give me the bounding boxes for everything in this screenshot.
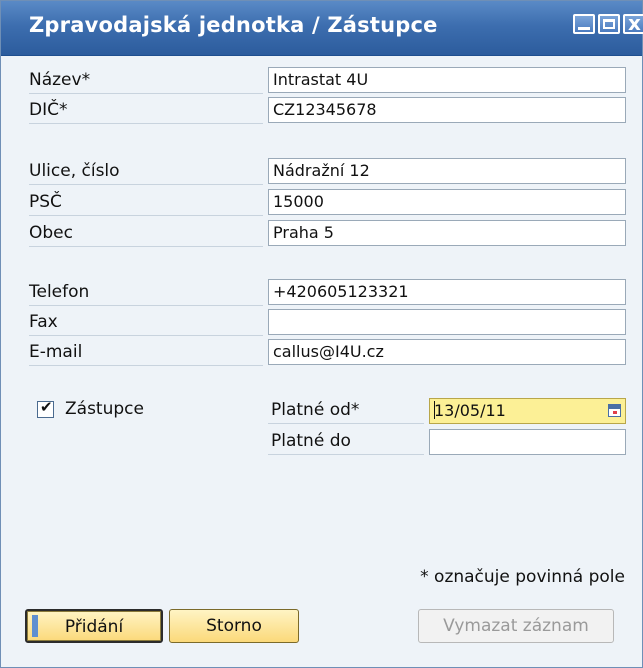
divider <box>29 246 263 247</box>
fax-field[interactable] <box>268 309 626 335</box>
street-field[interactable]: Nádražní 12 <box>268 158 626 184</box>
focus-highlight <box>32 615 38 637</box>
vat-id-label: DIČ* <box>29 100 68 120</box>
required-fields-note: * označuje povinná pole <box>420 567 625 587</box>
divider <box>268 454 424 455</box>
valid-to-label: Platné do <box>271 431 351 451</box>
valid-from-field[interactable]: 13/05/11 <box>429 398 626 424</box>
divider <box>29 215 263 216</box>
minimize-icon[interactable] <box>573 14 595 34</box>
add-button[interactable]: Přidání <box>25 609 163 643</box>
zip-field[interactable]: 15000 <box>268 189 626 215</box>
divider <box>29 184 263 185</box>
city-label: Obec <box>29 223 73 243</box>
street-label: Ulice, číslo <box>29 161 120 181</box>
delete-record-button[interactable]: Vymazat záznam <box>418 609 614 643</box>
divider <box>268 423 424 424</box>
dialog-window: Zpravodajská jednotka / Zástupce Název* … <box>0 0 643 668</box>
representative-label: Zástupce <box>65 399 144 419</box>
divider <box>29 365 263 366</box>
email-label: E-mail <box>29 342 83 362</box>
maximize-icon[interactable] <box>598 14 620 34</box>
cancel-button[interactable]: Storno <box>169 609 299 643</box>
calendar-icon[interactable] <box>608 404 621 417</box>
valid-from-value: 13/05/11 <box>434 401 506 420</box>
divider <box>29 123 263 124</box>
valid-to-field[interactable] <box>429 429 626 455</box>
vat-id-field[interactable]: CZ12345678 <box>268 97 626 123</box>
valid-from-label: Platné od* <box>271 400 360 420</box>
zip-label: PSČ <box>29 192 62 212</box>
divider <box>29 305 263 306</box>
checkmark-icon: ✔ <box>40 398 53 416</box>
name-field[interactable]: Intrastat 4U <box>268 67 626 93</box>
fax-label: Fax <box>29 312 58 332</box>
divider <box>29 93 263 94</box>
phone-label: Telefon <box>29 282 90 302</box>
divider <box>29 335 263 336</box>
add-button-label: Přidání <box>64 617 124 637</box>
close-icon[interactable] <box>623 11 643 35</box>
city-field[interactable]: Praha 5 <box>268 220 626 246</box>
window-title: Zpravodajská jednotka / Zástupce <box>29 13 438 37</box>
name-label: Název* <box>29 70 91 90</box>
phone-field[interactable]: +420605123321 <box>268 279 626 305</box>
email-field[interactable]: callus@I4U.cz <box>268 339 626 365</box>
representative-checkbox[interactable]: ✔ <box>37 398 54 418</box>
title-bar[interactable]: Zpravodajská jednotka / Zástupce <box>1 1 643 56</box>
